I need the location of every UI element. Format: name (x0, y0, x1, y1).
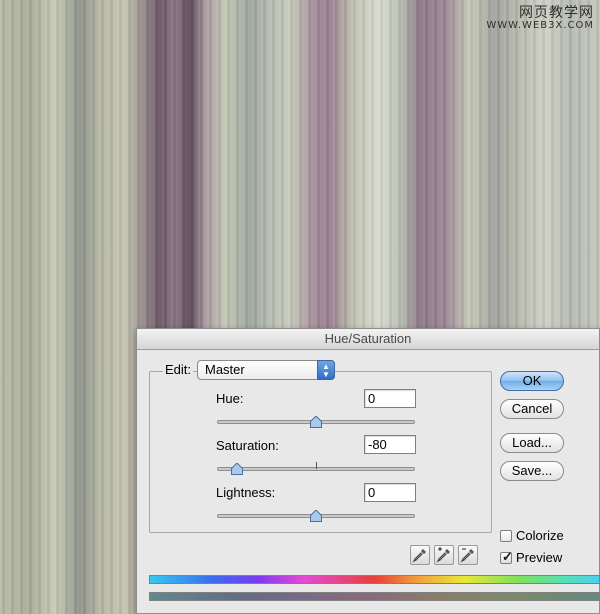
saturation-slider-thumb[interactable] (230, 463, 243, 475)
edit-channel-value: Master (205, 362, 245, 377)
saturation-input[interactable]: -80 (364, 435, 416, 454)
ok-button[interactable]: OK (500, 371, 564, 391)
eyedropper-plus-button[interactable] (434, 545, 454, 565)
lightness-label: Lightness: (216, 485, 276, 500)
hue-label: Hue: (216, 391, 244, 406)
hue-input[interactable]: 0 (364, 389, 416, 408)
watermark-line2: WWW.WEB3X.COM (486, 19, 594, 31)
watermark: 网页教学网 WWW.WEB3X.COM (486, 6, 594, 31)
checkmark-icon: ✓ (502, 549, 513, 564)
hue-saturation-dialog: Hue/Saturation Edit: Master ▲ ▼ Hue: 0 Sa… (136, 328, 600, 614)
input-spectrum-bar (149, 575, 600, 584)
edit-label: Edit: (163, 362, 194, 377)
preview-option[interactable]: ✓ Preview (500, 549, 563, 565)
eyedropper-button[interactable] (410, 545, 430, 565)
saturation-label: Saturation: (216, 438, 279, 453)
lightness-input[interactable]: 0 (364, 483, 416, 502)
colorize-label: Colorize (516, 528, 564, 543)
edit-group-box (149, 371, 492, 533)
eyedropper-icon (412, 549, 426, 563)
preview-label: Preview (516, 550, 563, 565)
dialog-title: Hue/Saturation (137, 329, 599, 350)
preview-checkbox[interactable]: ✓ (500, 549, 513, 564)
saturation-center-tick (316, 462, 317, 469)
eyedropper-minus-button[interactable] (458, 545, 478, 565)
eyedropper-plus-icon (436, 547, 450, 563)
select-arrows-icon: ▲ ▼ (317, 360, 335, 380)
edit-channel-select[interactable]: Master ▲ ▼ (197, 360, 335, 380)
watermark-line1: 网页教学网 (519, 5, 594, 21)
colorize-checkbox[interactable] (500, 530, 512, 542)
lightness-slider-thumb[interactable] (310, 510, 322, 522)
hue-slider-thumb[interactable] (310, 416, 322, 428)
load-button[interactable]: Load... (500, 433, 564, 453)
colorize-option[interactable]: Colorize (500, 528, 564, 543)
output-spectrum-bar (149, 592, 600, 601)
save-button[interactable]: Save... (500, 461, 564, 481)
cancel-button[interactable]: Cancel (500, 399, 564, 419)
eyedropper-minus-icon (460, 548, 474, 563)
